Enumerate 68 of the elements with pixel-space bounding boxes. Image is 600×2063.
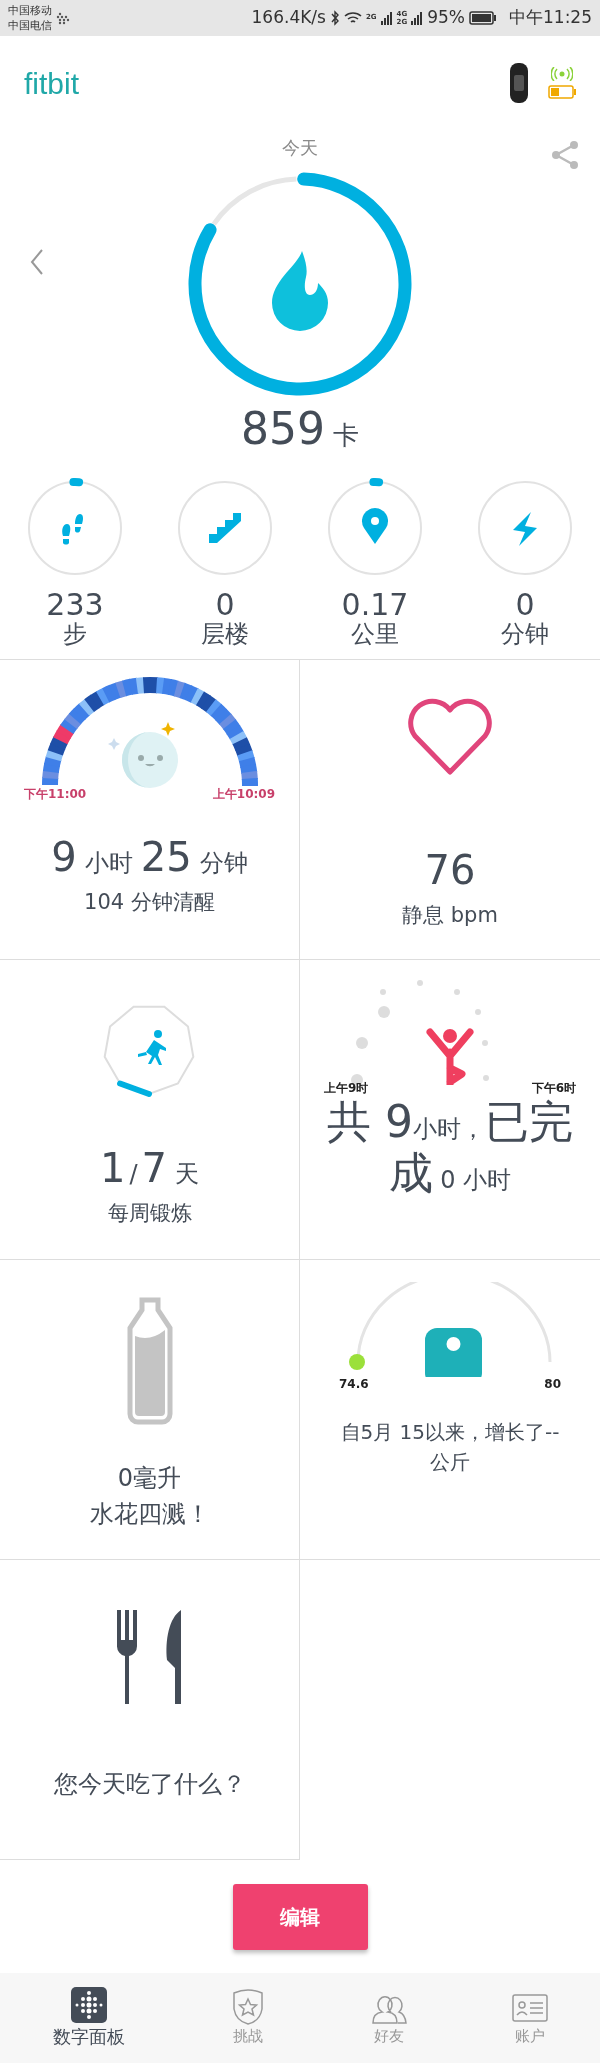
- signal-icon: [380, 11, 393, 25]
- flame-icon: [272, 251, 328, 331]
- nav-tab[interactable]: 数字面板: [46, 1985, 131, 2051]
- separator: /: [129, 1159, 138, 1190]
- progress-segment: [116, 1080, 152, 1097]
- fork-knife-icon: [116, 1610, 183, 1704]
- stat-unit: 公里: [351, 621, 399, 648]
- stat-value: 233: [46, 588, 104, 621]
- water-amount: 0毫升: [117, 1463, 182, 1494]
- goal-weight: 80: [544, 1376, 561, 1393]
- nav-tab[interactable]: 账户: [505, 1987, 554, 2049]
- sync-signal-icon: [551, 67, 573, 81]
- heart-rate-value: 76: [424, 846, 476, 895]
- heart-icon: [405, 698, 495, 778]
- food-prompt: 您今天吃了什么？: [53, 1769, 246, 1800]
- dashboard-icon: [70, 1986, 107, 2023]
- nav-tab[interactable]: 挑战: [223, 1987, 272, 2049]
- stat-unit: 层楼: [201, 621, 249, 648]
- nav-tab[interactable]: 好友: [364, 1987, 413, 2049]
- weight-message: 自5月 15以来，增长了--公斤: [339, 1419, 561, 1476]
- stat-value: 0: [515, 588, 535, 621]
- clock: 中午11:25: [509, 6, 592, 30]
- sleep-hours: 9: [51, 833, 77, 882]
- water-message: 水花四溅！: [89, 1499, 210, 1530]
- awake-note: 104 分钟清醒: [84, 889, 215, 916]
- runner-icon: [137, 1030, 166, 1065]
- date-label: 今天: [282, 136, 318, 160]
- battery-low-icon: [548, 85, 576, 99]
- stat-unit: 步: [63, 621, 87, 648]
- exercise-goal: 7: [141, 1144, 167, 1193]
- calorie-unit: 卡: [333, 422, 359, 448]
- minutes-unit: 分钟: [199, 848, 248, 879]
- sleep-minutes: 25: [140, 833, 192, 882]
- lightning-icon: [513, 512, 537, 546]
- current-weight-dot: [349, 1354, 365, 1370]
- footsteps-icon: [62, 514, 84, 545]
- sleep-end-time: 上午10:09: [212, 786, 275, 803]
- network-speed: 166.4K/s: [251, 6, 326, 30]
- end-hour-label: 下午6时: [531, 1080, 576, 1097]
- scale-icon: [425, 1328, 482, 1377]
- sleep-start-time: 下午11:00: [24, 786, 87, 803]
- heart-rate-label: 静息 bpm: [402, 902, 498, 929]
- hours-unit: 小时: [84, 848, 133, 879]
- hourly-summary: 共 9小时，已完成 0 小时: [326, 1097, 574, 1199]
- stairs-icon: [209, 513, 241, 543]
- standing-figure-icon: [426, 1028, 474, 1085]
- start-hour-label: 上午9时: [324, 1080, 369, 1097]
- exercise-days: 1: [100, 1138, 126, 1198]
- stat-value: 0.17: [341, 588, 409, 621]
- app-logo: fitbit: [24, 65, 80, 102]
- share-icon[interactable]: [550, 140, 580, 170]
- battery-percent: 95%: [427, 6, 465, 30]
- carrier-name: 中国电信: [8, 18, 52, 33]
- wifi-icon: [343, 11, 362, 25]
- stat-unit: 分钟: [501, 621, 549, 648]
- notification-icon: [56, 11, 70, 25]
- bluetooth-icon: [329, 10, 340, 26]
- carrier-name: 中国移动: [8, 3, 52, 18]
- edit-button[interactable]: 编辑: [232, 1883, 368, 1950]
- days-unit: 天: [175, 1159, 199, 1190]
- location-pin-icon: [362, 508, 388, 544]
- calorie-value: 859: [241, 407, 325, 451]
- exercise-label: 每周锻炼: [107, 1200, 192, 1227]
- signal-icon: [411, 11, 424, 25]
- stat-value: 0: [215, 588, 235, 621]
- moon-drawing: [107, 722, 178, 788]
- battery-icon: [469, 11, 497, 25]
- start-weight: 74.6: [339, 1376, 369, 1393]
